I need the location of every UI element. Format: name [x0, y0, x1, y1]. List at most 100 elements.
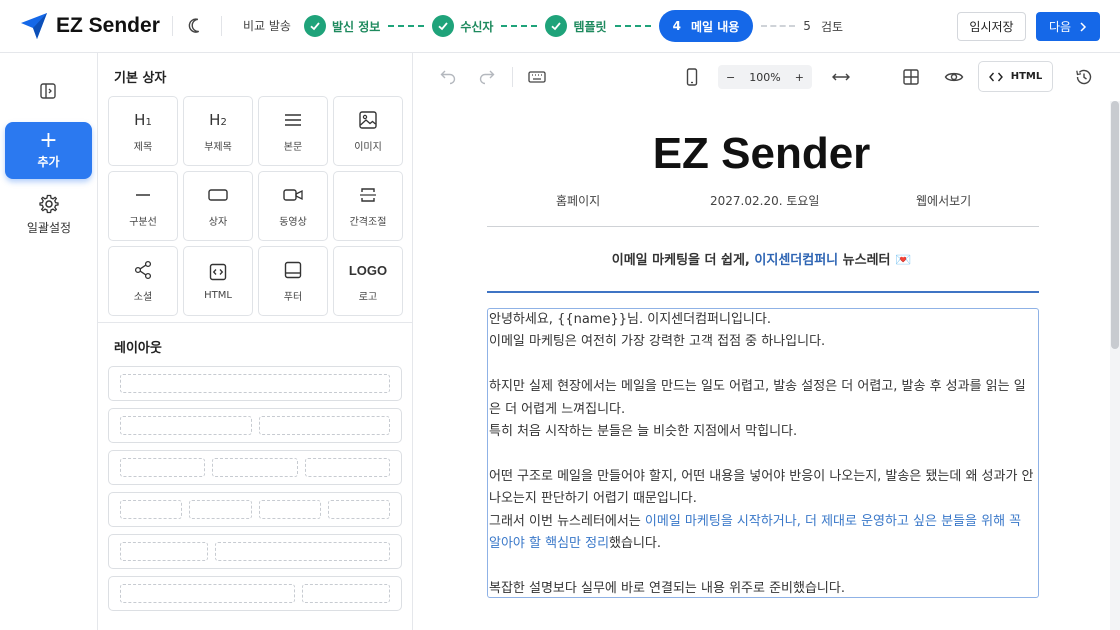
mobile-preview-icon[interactable]	[682, 67, 702, 87]
block-divider[interactable]: 구분선	[108, 171, 178, 241]
block-heading[interactable]: H1 제목	[108, 96, 178, 166]
tile-label: 구분선	[129, 217, 157, 228]
code-icon	[209, 263, 227, 281]
keyboard-icon[interactable]	[527, 67, 547, 87]
step-label: 수신자	[460, 19, 494, 34]
moon-icon[interactable]	[187, 16, 207, 36]
layout-1-2col[interactable]	[108, 534, 402, 569]
homepage-link[interactable]: 홈페이지	[556, 192, 600, 209]
app-logo[interactable]: EZ Sender	[20, 12, 160, 40]
chevron-right-icon	[1080, 21, 1087, 32]
body-text-block[interactable]: 안녕하세요, {{name}}님. 이지센더컴퍼니입니다. 이메일 마케팅은 여…	[487, 308, 1039, 598]
step-recipients[interactable]: 수신자	[432, 15, 493, 37]
tile-label: 동영상	[279, 217, 307, 228]
tile-label: HTML	[204, 290, 232, 301]
divider	[487, 226, 1039, 227]
tile-label: 상자	[208, 217, 228, 228]
block-footer[interactable]: 푸터	[258, 246, 328, 316]
history-icon[interactable]	[1074, 67, 1094, 87]
grid-icon[interactable]	[901, 67, 921, 87]
compare-send-link[interactable]: 비교 발송	[243, 17, 291, 34]
body-line: 복잡한 설명보다 실무에 바로 연결되는 내용 위주로 준비했습니다.	[489, 580, 845, 596]
step-label: 검토	[820, 19, 844, 34]
redo-icon[interactable]	[477, 67, 497, 87]
block-box[interactable]: 상자	[183, 171, 253, 241]
editor-area: − 100% + HTML EZ Sender 홈페이지 2027.02.20.…	[413, 53, 1120, 630]
step-sender-info[interactable]: 발신 정보	[304, 15, 380, 37]
block-subheading[interactable]: H2 부제목	[183, 96, 253, 166]
html-mode-button[interactable]: HTML	[978, 61, 1053, 92]
body-line: 그래서 이번 뉴스레터에서는 이메일 마케팅을 시작하거나, 더 제대로 운영하…	[489, 511, 1037, 556]
tile-label: 제목	[133, 142, 153, 153]
layout-1col[interactable]	[108, 366, 402, 401]
layout-2col[interactable]	[108, 408, 402, 443]
heading-2-icon: H2	[209, 111, 227, 129]
divider	[172, 16, 173, 36]
body-line: 특히 처음 시작하는 분들은 늘 비슷한 지점에서 막힙니다.	[489, 424, 798, 440]
web-view-link[interactable]: 웹에서보기	[916, 192, 971, 209]
body-line: 이메일 마케팅은 여전히 가장 강력한 고객 접점 중 하나입니다.	[489, 334, 826, 350]
plus-icon: +	[39, 128, 58, 153]
zoom-in-button[interactable]: +	[795, 71, 804, 84]
zoom-level: 100%	[749, 70, 781, 84]
step-label: 메일 내용	[690, 19, 740, 34]
body-line: 안녕하세요, {{name}}님. 이지센더컴퍼니입니다.	[489, 312, 771, 327]
layout-3col[interactable]	[108, 450, 402, 485]
bulk-settings-button[interactable]: 일괄설정	[0, 193, 98, 236]
layout-4col[interactable]	[108, 492, 402, 527]
step-connector	[501, 25, 538, 27]
block-body-text[interactable]: 본문	[258, 96, 328, 166]
block-image[interactable]: 이미지	[333, 96, 403, 166]
step-connector	[614, 25, 651, 27]
app-name: EZ Sender	[56, 14, 160, 37]
block-logo[interactable]: LOGO 로고	[333, 246, 403, 316]
logo-icon: LOGO	[348, 262, 388, 278]
divider-icon	[136, 194, 150, 196]
newsletter-title[interactable]: EZ Sender	[413, 129, 1110, 179]
video-icon	[283, 189, 303, 201]
block-spacing[interactable]: 간격조절	[333, 171, 403, 241]
fit-width-icon[interactable]	[831, 67, 851, 87]
step-template[interactable]: 템플릿	[545, 15, 607, 37]
sidebar-toggle-icon[interactable]	[38, 81, 58, 101]
divider	[512, 67, 513, 87]
left-rail: + 추가 일괄설정	[0, 53, 98, 630]
check-circle-icon	[304, 15, 326, 37]
body-line: 하지만 실제 현장에서는 메일을 만드는 일도 어렵고, 발송 설정은 더 어렵…	[489, 379, 1026, 417]
check-circle-icon	[545, 15, 568, 37]
newsletter-tagline[interactable]: 이메일 마케팅을 더 쉽게, 이지센더컴퍼니 뉴스레터 💌	[413, 249, 1110, 268]
step-review[interactable]: 5 검토	[803, 18, 843, 35]
eye-icon[interactable]	[944, 67, 964, 87]
tagline-text: 뉴스레터 💌	[838, 253, 912, 268]
paper-plane-icon	[21, 13, 47, 39]
check-circle-icon	[432, 15, 455, 37]
company-name: 이지센더컴퍼니	[754, 253, 839, 268]
box-icon	[208, 189, 228, 201]
tile-label: 푸터	[283, 292, 303, 303]
block-html[interactable]: HTML	[183, 246, 253, 316]
step-connector	[388, 25, 425, 27]
block-grid: H1 제목 H2 부제목 본문 이미지 구분선 상자 동영상 간격조절 소셜 H…	[108, 96, 403, 316]
tagline-text: 이메일 마케팅을 더 쉽게,	[611, 253, 755, 268]
step-number: 4	[672, 19, 681, 33]
top-bar: EZ Sender 비교 발송 발신 정보 수신자 템플릿 4 메일 내용 5 …	[0, 0, 1120, 53]
block-video[interactable]: 동영상	[258, 171, 328, 241]
undo-icon[interactable]	[438, 67, 458, 87]
step-label: 발신 정보	[332, 19, 381, 34]
tile-label: 이미지	[354, 142, 382, 153]
layout-2-1col[interactable]	[108, 576, 402, 611]
add-block-button[interactable]: + 추가	[5, 122, 92, 179]
block-social[interactable]: 소셜	[108, 246, 178, 316]
step-mail-content[interactable]: 4 메일 내용	[658, 10, 754, 42]
next-button[interactable]: 다음	[1036, 12, 1100, 41]
footer-icon	[284, 261, 302, 279]
zoom-out-button[interactable]: −	[726, 71, 735, 84]
zoom-control: − 100% +	[718, 65, 812, 89]
canvas-scrollbar[interactable]	[1111, 101, 1119, 349]
tile-label: 로고	[358, 292, 378, 303]
basic-blocks-title: 기본 상자	[114, 71, 167, 86]
spacing-icon	[360, 188, 376, 202]
save-draft-button[interactable]: 임시저장	[957, 12, 1026, 41]
